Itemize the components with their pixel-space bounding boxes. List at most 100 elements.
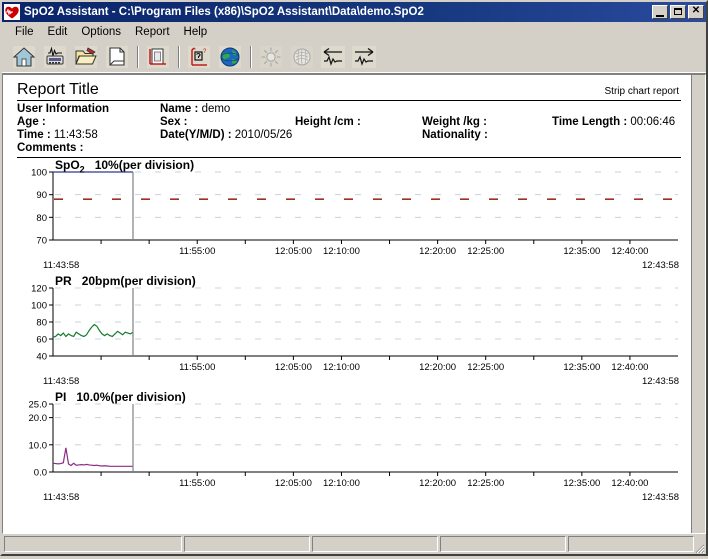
menu-item-report[interactable]: Report [128, 24, 177, 40]
pr-chart-metric: PR [55, 274, 72, 288]
pi-chart-xtick-7: 12:20:00 [419, 478, 456, 489]
time-value: 11:43:58 [53, 129, 98, 141]
pr-chart-ytick-2: 80 [36, 318, 47, 329]
menu-item-file[interactable]: File [8, 24, 41, 40]
nationality-cell: Nationality : [422, 129, 552, 142]
time-length-cell: Time Length : 00:06:46 [552, 116, 681, 129]
network-icon-button[interactable] [288, 43, 316, 71]
toolbar-separator-2 [178, 46, 180, 68]
home-icon-button[interactable] [10, 43, 38, 71]
spo2-chart-xtick-8: 12:25:00 [467, 246, 504, 257]
pi-chart-ytick-3: 25.0 [29, 400, 48, 411]
pr-chart-xtick-8: 12:25:00 [467, 362, 504, 373]
spo2-chart-xtick-10: 12:35:00 [563, 246, 600, 257]
pi-chart-series [52, 447, 133, 467]
table-row: Time : 11:43:58 Date(Y/M/D) : 2010/05/26… [17, 129, 681, 142]
pr-chart-title: PR 20bpm(per division) [55, 274, 196, 288]
toolbar-separator-3 [250, 46, 252, 68]
user-information-table: User Information Name : demo Age : Sex:… [17, 103, 681, 155]
spo2-chart[interactable]: SpO2 10%(per division) 70 80 90 100 11:55:00 1… [17, 158, 681, 274]
pr-chart-xtick-2: 11:55:00 [179, 362, 215, 373]
spo2-chart-metric: SpO2 [55, 158, 85, 175]
status-bar [2, 534, 706, 554]
toolbar: ? * [2, 41, 706, 74]
sex-label: Sex : [160, 116, 188, 128]
menu-item-options[interactable]: Options [74, 24, 128, 40]
status-panel-1 [184, 536, 310, 552]
globe-icon-button[interactable] [216, 43, 244, 71]
status-panel-4 [568, 536, 694, 552]
pr-chart-ytick-3: 100 [31, 301, 47, 312]
maximize-button[interactable] [670, 5, 686, 19]
next-wave-icon-button[interactable] [350, 43, 378, 71]
title-bar[interactable]: SpO2 Assistant - C:\Program Files (x86)\… [2, 2, 706, 22]
time-length-value: 00:06:46 [630, 116, 676, 128]
pr-chart[interactable]: PR 20bpm(per division) 40 60 80 100 120 11:55:… [17, 274, 681, 390]
pi-chart-end-time: 12:43:58 [642, 492, 679, 503]
spo2-chart-ytick-3: 100 [31, 168, 47, 179]
close-button[interactable]: ✕ [688, 5, 704, 19]
table-row: Comments : [17, 142, 681, 155]
globe-icon [219, 46, 241, 68]
minimize-button[interactable] [652, 5, 668, 19]
report-chart-icon-button[interactable] [144, 43, 172, 71]
blank-cell-2 [422, 103, 552, 116]
blank-cell-1 [295, 103, 422, 116]
vertical-scrollbar[interactable] [691, 75, 705, 533]
blank-cell-3 [552, 103, 681, 116]
device-icon-button[interactable] [41, 43, 69, 71]
toolbar-separator-1 [137, 46, 139, 68]
spo2-chart-end-time: 12:43:58 [642, 260, 679, 271]
blank-cell-4 [552, 129, 681, 142]
status-panel-0 [4, 536, 182, 552]
pr-chart-xtick-4: 12:05:00 [275, 362, 312, 373]
pi-chart-ytick-1: 10.0 [29, 440, 48, 451]
pr-chart-ytick-0: 40 [36, 352, 47, 363]
pr-chart-end-time: 12:43:58 [642, 376, 679, 387]
prev-wave-icon-button[interactable] [319, 43, 347, 71]
spo2-chart-xtick-4: 12:05:00 [275, 246, 312, 257]
pi-chart-metric: PI [55, 390, 67, 404]
sun-icon-button[interactable] [257, 43, 285, 71]
pi-chart-xtick-2: 11:55:00 [179, 478, 215, 489]
date-cell: Date(Y/M/D) : 2010/05/26 [160, 129, 422, 142]
spo2-chart-xtick-5: 12:10:00 [323, 246, 360, 257]
header-divider-top [17, 100, 681, 101]
status-panel-3 [440, 536, 566, 552]
sex-height-cell: Sex : [160, 116, 295, 129]
device-icon [44, 46, 66, 68]
pi-chart-xtick-10: 12:35:00 [563, 478, 600, 489]
status-panel-2 [312, 536, 438, 552]
application-window: SpO2 Assistant - C:\Program Files (x86)\… [0, 0, 708, 556]
table-row: User Information Name : demo [17, 103, 681, 116]
spo2-chart-xtick-7: 12:20:00 [419, 246, 456, 257]
home-icon [12, 46, 36, 68]
name-value: demo [201, 103, 231, 115]
menu-item-edit[interactable]: Edit [41, 24, 75, 40]
open-folder-icon [75, 46, 97, 68]
pi-chart[interactable]: PI 10.0%(per division) 0.0 10.0 20.0 25.0 11:… [17, 390, 681, 506]
print-icon-button[interactable] [103, 43, 131, 71]
pi-chart-plot[interactable]: 0.0 10.0 20.0 25.0 11:55:00 12:05:00 12:10:00 1… [17, 390, 687, 494]
weight-label: Weight /kg : [422, 116, 487, 128]
pr-chart-series [52, 323, 134, 338]
report-client-area: Report Title Strip chart report User Inf… [2, 74, 706, 534]
resize-grip[interactable] [693, 541, 705, 554]
pr-chart-ytick-1: 60 [36, 335, 47, 346]
analysis-icon-button[interactable]: ? * [185, 43, 213, 71]
time-length-label: Time Length : [552, 116, 628, 128]
table-row: Age : Sex : Height /cm : Weight /kg : Ti… [17, 116, 681, 129]
pi-chart-unit: 10.0%(per division) [76, 390, 186, 404]
pi-chart-ytick-2: 20.0 [29, 413, 48, 424]
network-icon [291, 46, 313, 68]
menu-item-help[interactable]: Help [177, 24, 215, 40]
spo2-chart-start-time: 11:43:58 [43, 260, 80, 271]
date-label: Date(Y/M/D) : [160, 129, 232, 141]
open-folder-icon-button[interactable] [72, 43, 100, 71]
spo2-chart-ytick-0: 70 [36, 236, 47, 247]
report-chart-icon [147, 46, 169, 68]
app-heart-waveform-icon [4, 4, 20, 20]
pr-chart-plot[interactable]: 40 60 80 100 120 11:55:00 12:05:00 12:10:00 12:2… [17, 274, 687, 378]
report-page: Report Title Strip chart report User Inf… [3, 75, 691, 533]
height-label: Height /cm : [295, 116, 361, 128]
